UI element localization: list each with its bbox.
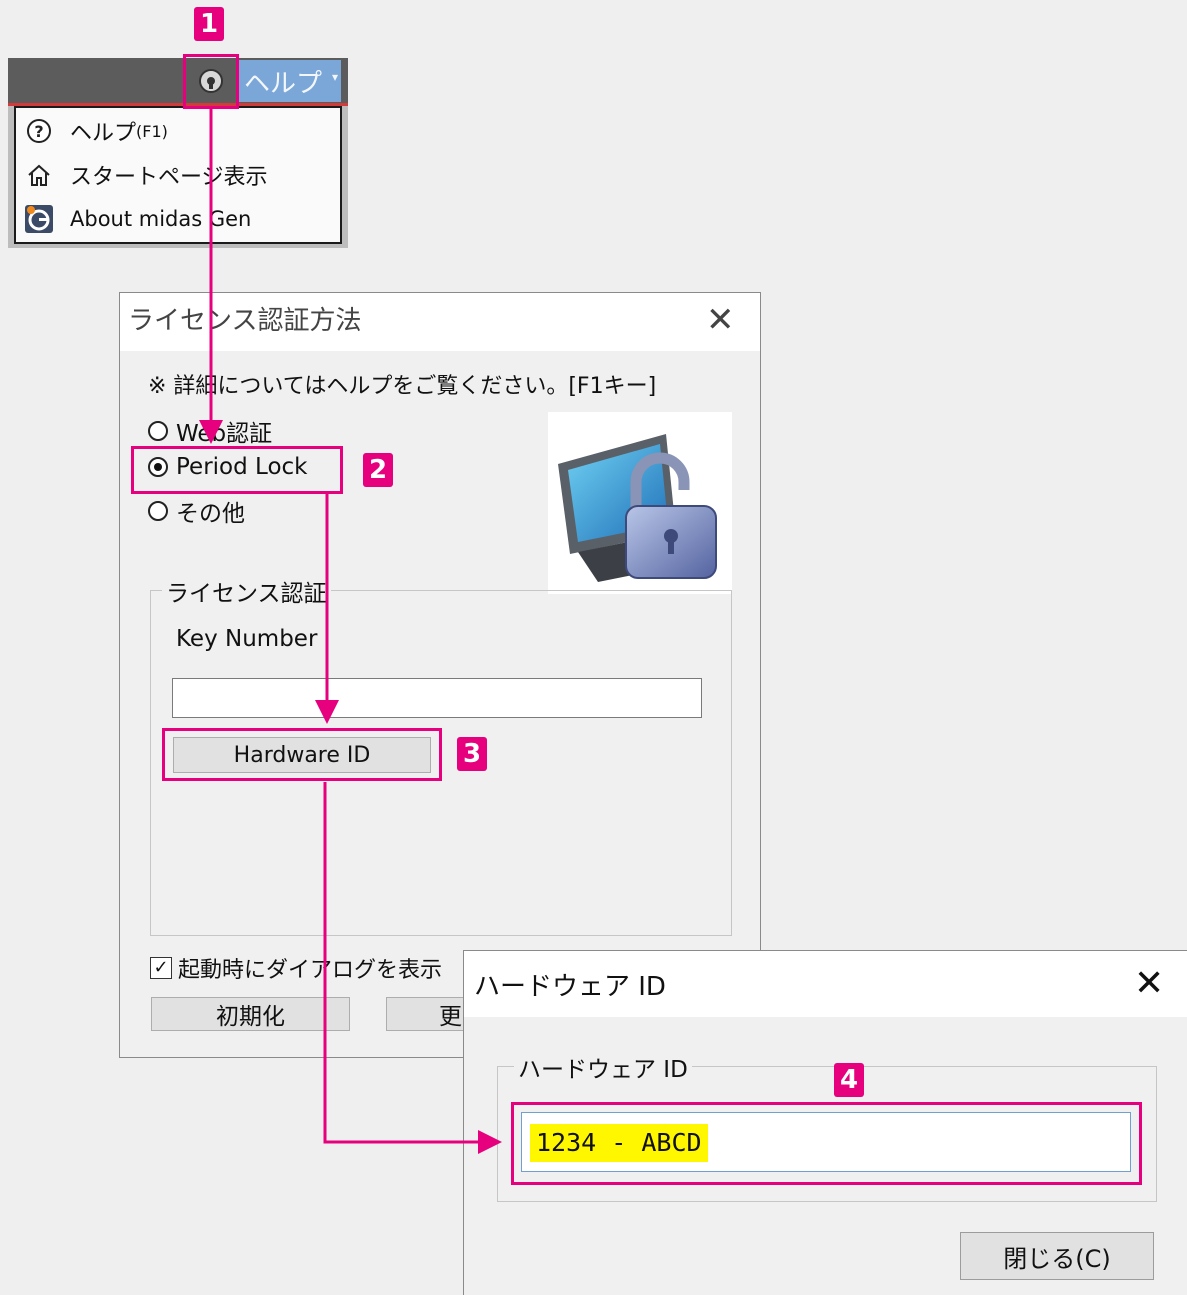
- highlight-gear-button: [183, 54, 239, 109]
- highlight-period-lock: [131, 446, 343, 494]
- arrow-step3-to-step4: [323, 782, 502, 1154]
- highlight-hardware-id-button: [162, 728, 442, 781]
- step-badge-4: 4: [834, 1063, 864, 1097]
- step-badge-3: 3: [457, 737, 487, 771]
- step-badge-2: 2: [363, 453, 393, 487]
- annotation-arrows: [199, 108, 502, 1154]
- step-badge-1: 1: [194, 7, 224, 41]
- highlight-hardware-id-value: [511, 1102, 1142, 1185]
